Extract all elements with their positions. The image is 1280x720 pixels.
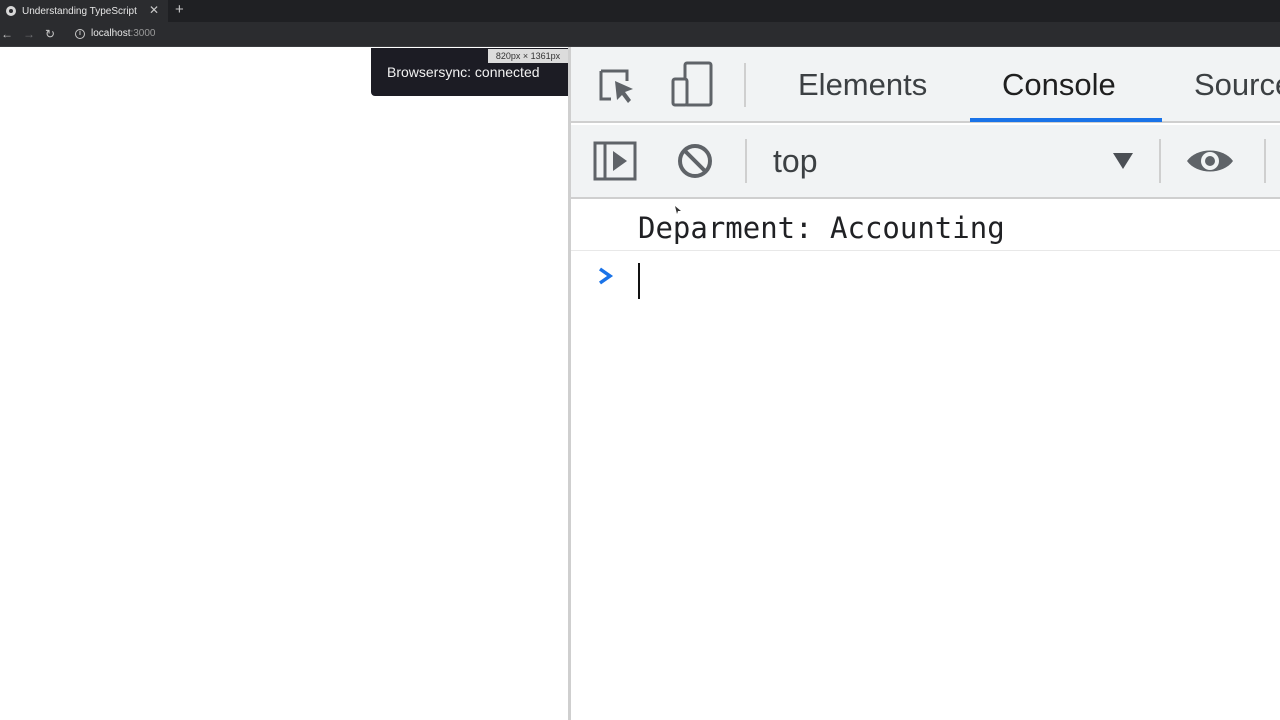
context-value: top [773,143,818,179]
browser-tab[interactable]: Understanding TypeScript ✕ [0,0,168,22]
globe-icon [6,6,16,16]
forward-button[interactable]: → [23,26,35,42]
page-viewport [0,47,569,720]
text-caret [638,263,640,299]
prompt-chevron-icon [598,267,614,285]
devtools-panel: Elements Console Sources top Deparment: … [571,47,1280,720]
live-expression-eye-icon[interactable] [1185,143,1235,179]
info-icon[interactable]: i [75,29,85,39]
dropdown-arrow-icon [1113,153,1133,169]
inspect-element-icon[interactable] [597,67,637,107]
close-tab-icon[interactable]: ✕ [149,3,159,17]
console-input[interactable] [571,252,1280,312]
browser-tab-strip: Understanding TypeScript ✕ + [0,0,1280,22]
tab-elements[interactable]: Elements [798,67,927,103]
url-port: :3000 [130,28,156,39]
browser-toolbar: ← → ↻ i localhost:3000 [0,22,1280,47]
new-tab-button[interactable]: + [175,2,184,18]
toolbar-divider [745,139,747,183]
console-message: Deparment: Accounting [638,211,1005,245]
show-console-sidebar-icon[interactable] [593,141,637,181]
devtools-tab-bar: Elements Console Sources [571,47,1280,123]
toolbar-divider [1159,139,1161,183]
mouse-cursor-icon [675,206,681,214]
console-toolbar: top [571,125,1280,199]
address-bar[interactable]: localhost:3000 [91,28,156,39]
tab-console[interactable]: Console [1002,67,1116,103]
viewport-size-badge: 820px × 1361px [488,49,568,63]
back-button[interactable]: ← [1,26,13,42]
reload-button[interactable]: ↻ [45,26,55,42]
active-tab-indicator [970,118,1162,122]
toolbar-divider [1264,139,1266,183]
device-toolbar-icon[interactable] [671,61,715,107]
javascript-context-select[interactable]: top [773,139,1137,183]
toolbar-divider [744,63,746,107]
url-host: localhost [91,28,131,39]
tab-title: Understanding TypeScript [22,5,137,17]
tab-sources[interactable]: Sources [1194,67,1280,103]
clear-console-icon[interactable] [677,143,713,179]
